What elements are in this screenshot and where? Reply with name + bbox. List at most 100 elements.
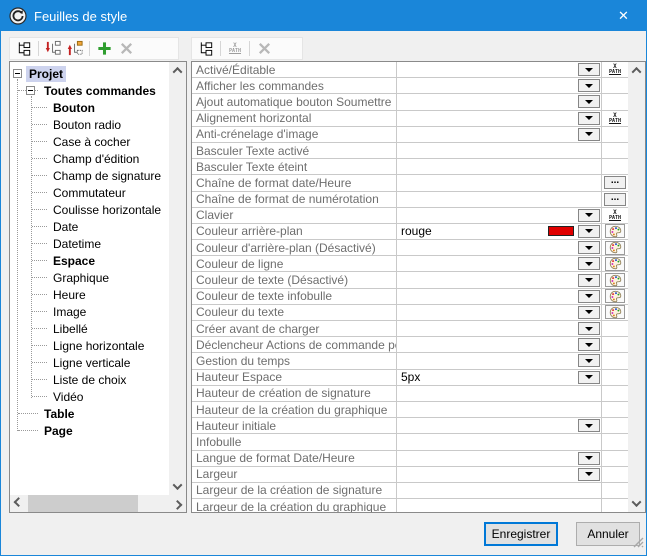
scroll-up-icon[interactable] — [169, 62, 186, 79]
tree-item-date[interactable]: Date — [10, 218, 169, 235]
dropdown-button[interactable] — [578, 468, 600, 481]
property-value-cell[interactable] — [397, 386, 602, 401]
property-value-cell[interactable] — [397, 240, 602, 255]
property-value-cell[interactable] — [397, 337, 602, 352]
property-value-cell[interactable] — [397, 62, 602, 77]
dropdown-button[interactable] — [578, 371, 600, 384]
tree-item-video[interactable]: Vidéo — [10, 388, 169, 405]
property-value-cell[interactable] — [397, 451, 602, 466]
dropdown-button[interactable] — [578, 241, 600, 254]
insert-child-icon[interactable] — [42, 39, 64, 58]
tree-item-espace[interactable]: Espace — [10, 252, 169, 269]
tree-item-liste-de-choix[interactable]: Liste de choix — [10, 371, 169, 388]
color-picker-button[interactable] — [605, 305, 625, 319]
ellipsis-button[interactable]: ... — [604, 176, 626, 189]
property-value-cell[interactable] — [397, 143, 602, 158]
tree-item-toutes-commandes[interactable]: Toutes commandes — [10, 82, 169, 99]
collapse-minus-icon[interactable] — [26, 86, 35, 95]
color-picker-button[interactable] — [605, 224, 625, 238]
insert-sibling-icon[interactable] — [64, 39, 86, 58]
xpath-icon[interactable]: XPATH — [609, 113, 621, 124]
tree-item-heure[interactable]: Heure — [10, 286, 169, 303]
xpath-icon[interactable]: XPATH — [609, 210, 621, 221]
scroll-down-icon[interactable] — [628, 495, 645, 512]
dropdown-button[interactable] — [578, 257, 600, 270]
tree-item-ligne-horizontale[interactable]: Ligne horizontale — [10, 337, 169, 354]
dropdown-button[interactable] — [578, 354, 600, 367]
color-picker-button[interactable] — [605, 273, 625, 287]
tree-item-commutateur[interactable]: Commutateur — [10, 184, 169, 201]
tree-item-datetime[interactable]: Datetime — [10, 235, 169, 252]
scroll-left-icon[interactable] — [10, 495, 27, 512]
tree-horizontal-scrollbar[interactable] — [10, 495, 186, 512]
dropdown-button[interactable] — [578, 274, 600, 287]
tree-item-page[interactable]: Page — [10, 422, 169, 439]
scrollbar-thumb[interactable] — [28, 495, 138, 512]
property-value-cell[interactable]: 5px — [397, 370, 602, 385]
property-value-cell[interactable] — [397, 208, 602, 223]
dropdown-button[interactable] — [578, 338, 600, 351]
dropdown-button[interactable] — [578, 419, 600, 432]
property-value-cell[interactable] — [397, 159, 602, 174]
dropdown-button[interactable] — [578, 79, 600, 92]
dropdown-button[interactable] — [578, 290, 600, 303]
color-picker-button[interactable] — [605, 257, 625, 271]
tree-item-bouton[interactable]: Bouton — [10, 99, 169, 116]
close-button[interactable]: ✕ — [601, 1, 646, 31]
property-value-cell[interactable] — [397, 402, 602, 417]
dropdown-button[interactable] — [578, 95, 600, 108]
property-value-cell[interactable] — [397, 305, 602, 320]
dropdown-button[interactable] — [578, 306, 600, 319]
property-value-cell[interactable] — [397, 78, 602, 93]
resize-grip[interactable] — [632, 535, 644, 553]
tree-item-champ-d-edition[interactable]: Champ d'édition — [10, 150, 169, 167]
tree-item-table[interactable]: Table — [10, 405, 169, 422]
tree-item-case-a-cocher[interactable]: Case à cocher — [10, 133, 169, 150]
property-value-cell[interactable] — [397, 321, 602, 336]
dropdown-button[interactable] — [578, 225, 600, 238]
property-value-cell[interactable] — [397, 175, 602, 190]
property-value-cell[interactable] — [397, 418, 602, 433]
add-icon[interactable] — [93, 39, 115, 58]
tree-item-bouton-radio[interactable]: Bouton radio — [10, 116, 169, 133]
dropdown-button[interactable] — [578, 112, 600, 125]
xpath-toolbar-icon[interactable]: XPATH — [224, 39, 246, 58]
property-value-cell[interactable] — [397, 434, 602, 449]
tree-item-graphique[interactable]: Graphique — [10, 269, 169, 286]
dropdown-button[interactable] — [578, 63, 600, 76]
tree-item-coulisse-horizontale[interactable]: Coulisse horizontale — [10, 201, 169, 218]
scroll-up-icon[interactable] — [628, 62, 645, 79]
property-value-cell[interactable] — [397, 353, 602, 368]
tree-item-champ-de-signature[interactable]: Champ de signature — [10, 167, 169, 184]
property-value-cell[interactable] — [397, 127, 602, 142]
dropdown-button[interactable] — [578, 128, 600, 141]
property-value-cell[interactable] — [397, 499, 602, 512]
dropdown-button[interactable] — [578, 452, 600, 465]
scroll-right-icon[interactable] — [169, 495, 186, 512]
tree-structure-icon[interactable] — [13, 39, 35, 58]
delete-icon[interactable] — [115, 39, 137, 58]
save-button[interactable]: Enregistrer — [484, 522, 558, 546]
ellipsis-button[interactable]: ... — [604, 193, 626, 206]
property-value-cell[interactable] — [397, 94, 602, 109]
tree-item-ligne-verticale[interactable]: Ligne verticale — [10, 354, 169, 371]
collapse-minus-icon[interactable] — [13, 69, 22, 78]
property-value-cell[interactable] — [397, 111, 602, 126]
cancel-button[interactable]: Annuler — [576, 522, 640, 546]
property-value-cell[interactable] — [397, 289, 602, 304]
xpath-icon[interactable]: XPATH — [609, 64, 621, 75]
tree-structure-icon[interactable] — [195, 39, 217, 58]
dropdown-button[interactable] — [578, 209, 600, 222]
delete-icon[interactable] — [253, 39, 275, 58]
scroll-down-icon[interactable] — [169, 478, 186, 495]
grid-vertical-scrollbar[interactable] — [628, 62, 645, 512]
tree-item-libelle[interactable]: Libellé — [10, 320, 169, 337]
tree-item-projet[interactable]: Projet — [10, 65, 169, 82]
tree-vertical-scrollbar[interactable] — [169, 62, 186, 495]
color-picker-button[interactable] — [605, 241, 625, 255]
dropdown-button[interactable] — [578, 322, 600, 335]
property-value-cell[interactable] — [397, 272, 602, 287]
property-value-cell[interactable]: rouge — [397, 224, 602, 239]
property-value-cell[interactable] — [397, 467, 602, 482]
property-value-cell[interactable] — [397, 483, 602, 498]
